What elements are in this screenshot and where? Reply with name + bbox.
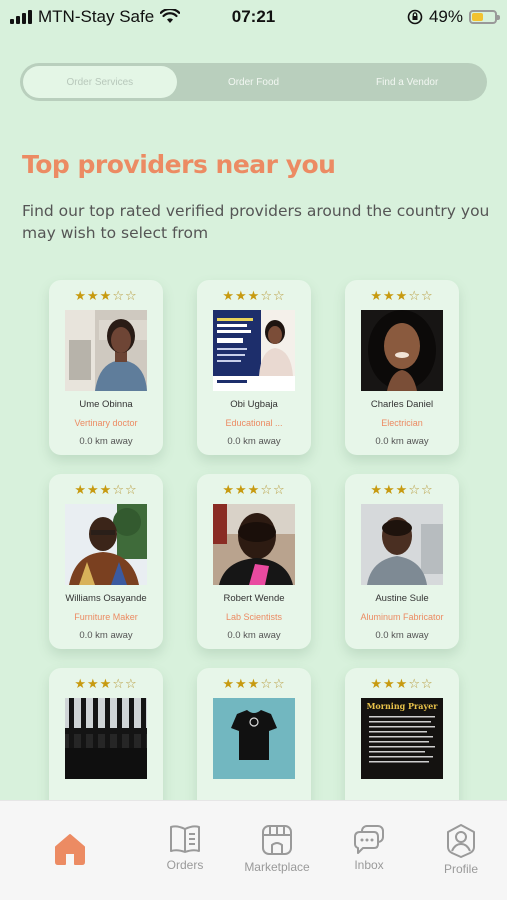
- orders-icon: [170, 825, 200, 853]
- nav-home[interactable]: [25, 831, 115, 865]
- provider-card[interactable]: ★★★☆☆ Williams Osayande Furniture Maker …: [49, 474, 163, 649]
- provider-photo: [65, 310, 147, 391]
- provider-card[interactable]: ★★★☆☆ Austine Sule Aluminum Fabricator 0…: [345, 474, 459, 649]
- provider-distance: 0.0 km away: [375, 630, 429, 641]
- provider-photo: [361, 310, 443, 391]
- provider-name: Williams Osayande: [65, 593, 147, 604]
- provider-distance: 0.0 km away: [79, 436, 133, 447]
- inbox-icon: [354, 825, 384, 854]
- carrier-label: MTN-Stay Safe: [38, 7, 155, 26]
- tab-order-services[interactable]: Order Services: [23, 66, 177, 98]
- provider-distance: 0.0 km away: [375, 436, 429, 447]
- signal-icon: [10, 10, 32, 24]
- provider-name: Obi Ugbaja: [230, 399, 278, 410]
- nav-inbox-label: Inbox: [354, 858, 384, 872]
- provider-distance: 0.0 km away: [79, 630, 133, 641]
- provider-role: Aluminum Fabricator: [360, 612, 444, 622]
- provider-name: Charles Daniel: [370, 399, 434, 410]
- tab-find-a-vendor[interactable]: Find a Vendor: [330, 66, 484, 98]
- nav-profile-label: Profile: [443, 862, 478, 876]
- rating-stars: ★★★☆☆: [370, 676, 434, 691]
- status-left: MTN-Stay Safe: [10, 7, 181, 27]
- wifi-icon: [160, 9, 181, 23]
- tab-order-food[interactable]: Order Food: [177, 66, 331, 98]
- rating-stars: ★★★☆☆: [370, 482, 434, 497]
- rating-stars: ★★★☆☆: [74, 288, 138, 303]
- profile-icon: [447, 824, 475, 858]
- status-right: 49%: [407, 7, 500, 27]
- provider-photo: [213, 504, 295, 585]
- rating-stars: ★★★☆☆: [222, 288, 286, 303]
- nav-marketplace[interactable]: Marketplace: [232, 823, 322, 874]
- provider-photo: [361, 504, 443, 585]
- provider-photo: [213, 310, 295, 391]
- nav-profile[interactable]: Profile: [416, 823, 506, 876]
- provider-photo: Morning Prayer: [361, 698, 443, 779]
- provider-distance: 0.0 km away: [227, 630, 281, 641]
- rating-stars: ★★★☆☆: [74, 676, 138, 691]
- page-title: Top providers near you: [22, 150, 336, 179]
- nav-orders[interactable]: Orders: [140, 823, 230, 872]
- rating-stars: ★★★☆☆: [222, 676, 286, 691]
- provider-distance: 0.0 km away: [227, 436, 281, 447]
- provider-card[interactable]: ★★★☆☆ Charles Daniel Electrician 0.0 km …: [345, 280, 459, 455]
- home-icon: [55, 834, 85, 865]
- bottom-nav: Orders Marketplace Inbox Profile: [0, 800, 507, 900]
- provider-card[interactable]: ★★★☆☆ Ume Obinna Vertinary doctor 0.0 km…: [49, 280, 163, 455]
- provider-card[interactable]: ★★★☆☆ Robert Wende Lab Scientists 0.0 km…: [197, 474, 311, 649]
- service-tabs: Order Services Order Food Find a Vendor: [20, 63, 487, 101]
- provider-name: Ume Obinna: [79, 399, 133, 410]
- provider-role: Vertinary doctor: [74, 418, 138, 428]
- rating-stars: ★★★☆☆: [222, 482, 286, 497]
- page-subtitle: Find our top rated verified providers ar…: [22, 202, 490, 242]
- provider-photo: [213, 698, 295, 779]
- provider-card[interactable]: ★★★☆☆ Obi Ugbaja Educational ... 0.0 km …: [197, 280, 311, 455]
- nav-marketplace-label: Marketplace: [244, 860, 310, 874]
- photo-caption: Morning Prayer: [367, 701, 439, 711]
- battery-percent: 49%: [428, 7, 463, 26]
- marketplace-icon: [262, 825, 292, 855]
- provider-name: Austine Sule: [375, 593, 429, 604]
- orientation-lock-icon: [407, 9, 423, 25]
- provider-role: Electrician: [381, 418, 423, 428]
- provider-name: Robert Wende: [223, 593, 285, 604]
- rating-stars: ★★★☆☆: [370, 288, 434, 303]
- provider-role: Furniture Maker: [74, 612, 138, 622]
- battery-icon: [469, 10, 500, 24]
- nav-inbox[interactable]: Inbox: [324, 823, 414, 872]
- provider-photo: [65, 504, 147, 585]
- provider-role: Educational ...: [225, 418, 283, 428]
- rating-stars: ★★★☆☆: [74, 482, 138, 497]
- nav-orders-label: Orders: [166, 858, 204, 872]
- status-bar: MTN-Stay Safe 07:21 49%: [0, 0, 507, 34]
- provider-photo: [65, 698, 147, 779]
- provider-role: Lab Scientists: [225, 612, 283, 622]
